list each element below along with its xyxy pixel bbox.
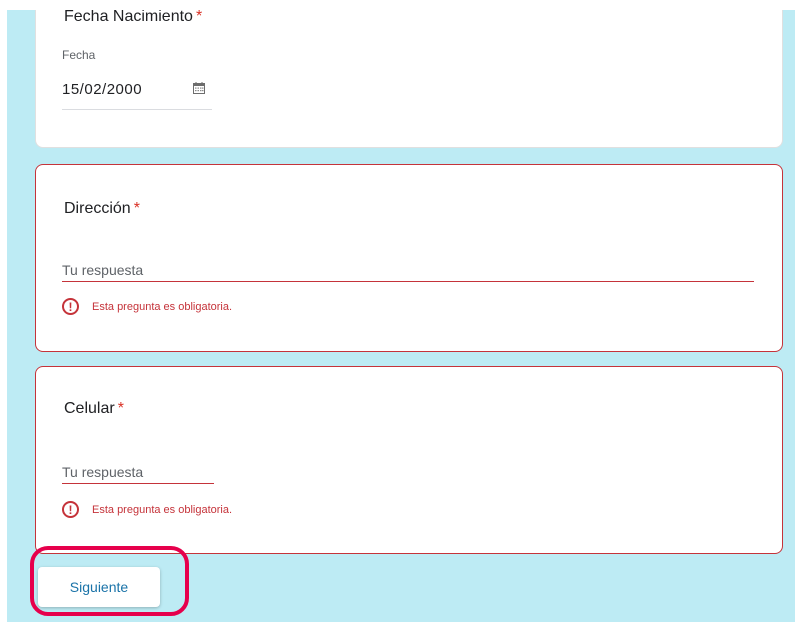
address-input[interactable] [62, 258, 754, 282]
calendar-icon[interactable] [193, 82, 205, 94]
error-text: Esta pregunta es obligatoria. [92, 300, 233, 313]
question-title-text: Celular [64, 400, 115, 417]
question-title: Dirección * [64, 200, 140, 218]
question-title-text: Dirección [64, 200, 131, 217]
question-title: Fecha Nacimiento * [64, 8, 202, 26]
annotation-highlight-circle [30, 546, 189, 616]
error-text: Esta pregunta es obligatoria. [92, 503, 233, 516]
date-value: 15/02/2000 [62, 81, 143, 98]
question-card-birth-date: Fecha Nacimiento * Fecha 15/02/2000 [35, 0, 783, 148]
error-message: ! Esta pregunta es obligatoria. [62, 298, 232, 315]
question-card-phone: Celular* ! Esta pregunta es obligatoria. [35, 366, 783, 554]
date-input[interactable]: 15/02/2000 [62, 79, 212, 110]
error-message: ! Esta pregunta es obligatoria. [62, 501, 232, 518]
exclamation-circle-icon: ! [62, 298, 79, 315]
question-card-address: Dirección* ! Esta pregunta es obligatori… [35, 164, 783, 352]
required-asterisk: * [133, 200, 140, 217]
date-sub-label: Fecha [62, 48, 96, 62]
required-asterisk: * [195, 8, 203, 25]
exclamation-circle-icon: ! [62, 501, 79, 518]
phone-input[interactable] [62, 460, 214, 484]
question-title-text: Fecha Nacimiento [64, 8, 193, 25]
question-title: Celular * [64, 400, 124, 418]
top-header-strip [0, 0, 795, 10]
required-asterisk: * [117, 400, 124, 417]
